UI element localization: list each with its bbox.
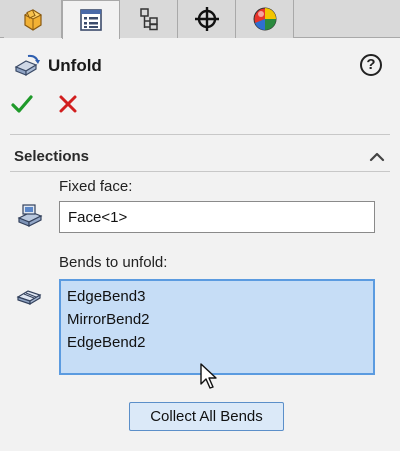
dimxpert-icon	[194, 7, 219, 31]
list-item[interactable]: EdgeBend3	[67, 285, 367, 308]
mouse-cursor-icon	[200, 363, 217, 389]
selections-group-header[interactable]: Selections	[14, 148, 390, 168]
bends-list[interactable]: EdgeBend3 MirrorBend2 EdgeBend2	[59, 279, 375, 375]
display-manager-icon	[253, 7, 276, 31]
ok-button[interactable]	[10, 92, 34, 116]
fixed-face-value: Face<1>	[68, 209, 128, 226]
manager-tab-strip	[0, 0, 400, 39]
action-buttons	[10, 92, 80, 116]
unfold-property-manager: Unfold ? Selections Fixed face: Face<1> …	[0, 0, 400, 451]
tab-feature-tree[interactable]	[4, 0, 62, 38]
property-manager-header: Unfold ?	[12, 52, 388, 80]
tab-dimxpert-manager[interactable]	[178, 0, 236, 38]
selections-title: Selections	[14, 148, 90, 165]
collect-all-bends-button[interactable]: Collect All Bends	[129, 402, 284, 431]
bends-label: Bends to unfold:	[59, 254, 168, 271]
configuration-manager-icon	[139, 8, 158, 31]
header-divider	[10, 134, 390, 135]
cancel-button[interactable]	[56, 92, 80, 116]
unfold-icon	[14, 54, 40, 77]
page-title: Unfold	[48, 56, 102, 75]
help-button[interactable]: ?	[360, 54, 382, 76]
property-manager-icon	[80, 9, 102, 31]
tab-display-manager[interactable]	[236, 0, 294, 38]
group-divider	[10, 171, 390, 172]
chevron-up-icon[interactable]	[368, 148, 386, 166]
help-label: ?	[366, 56, 376, 73]
bend-selection-icon	[16, 290, 42, 306]
tab-configuration-manager[interactable]	[120, 0, 178, 38]
tab-property-manager[interactable]	[62, 0, 120, 39]
fixed-face-label: Fixed face:	[59, 178, 133, 195]
part-icon	[23, 9, 42, 31]
fixed-face-field[interactable]: Face<1>	[59, 201, 375, 233]
face-selection-icon	[17, 204, 43, 227]
list-item[interactable]: EdgeBend2	[67, 331, 367, 354]
list-item[interactable]: MirrorBend2	[67, 308, 367, 331]
